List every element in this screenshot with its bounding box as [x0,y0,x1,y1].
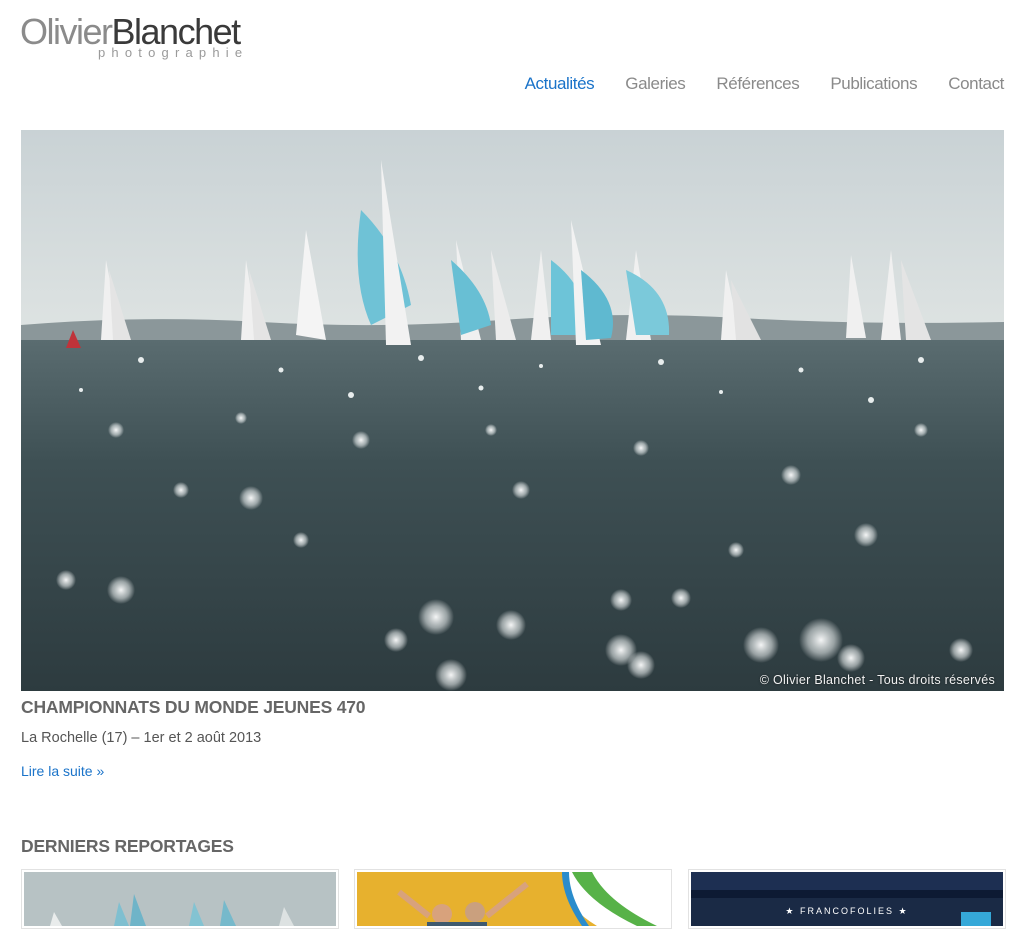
read-more-link[interactable]: Lire la suite » [21,763,104,779]
nav-galeries[interactable]: Galeries [625,74,686,94]
nav-actualites[interactable]: Actualités [525,74,595,94]
sailing-regatta-image [21,130,1004,691]
nav-publications[interactable]: Publications [830,74,917,94]
photo-copyright: © Olivier Blanchet - Tous droits réservé… [759,673,995,687]
francofolies-caption: ★ FRANCOFOLIES ★ [785,906,908,916]
section-title: DERNIERS REPORTAGES [21,836,234,856]
sailing-thumb-image [24,872,336,926]
reportage-thumb-sailing[interactable] [21,869,339,929]
article-title[interactable]: CHAMPIONNATS DU MONDE JEUNES 470 [21,697,366,718]
reportage-thumb-francofolies[interactable]: ★ FRANCOFOLIES ★ [688,869,1006,929]
reportage-thumb-celebration[interactable] [354,869,672,929]
article-subtitle: La Rochelle (17) – 1er et 2 août 2013 [21,730,262,746]
francofolies-thumb-image: ★ FRANCOFOLIES ★ [691,872,1003,926]
nav-contact[interactable]: Contact [948,74,1004,94]
site-logo[interactable]: OlivierBlanchet photographie [20,12,260,62]
nav-references[interactable]: Références [716,74,799,94]
celebration-thumb-image [357,872,669,926]
logo-subtitle: photographie [98,45,249,60]
hero-photo[interactable]: © Olivier Blanchet - Tous droits réservé… [21,130,1004,691]
main-nav: Actualités Galeries Références Publicati… [525,74,1005,94]
